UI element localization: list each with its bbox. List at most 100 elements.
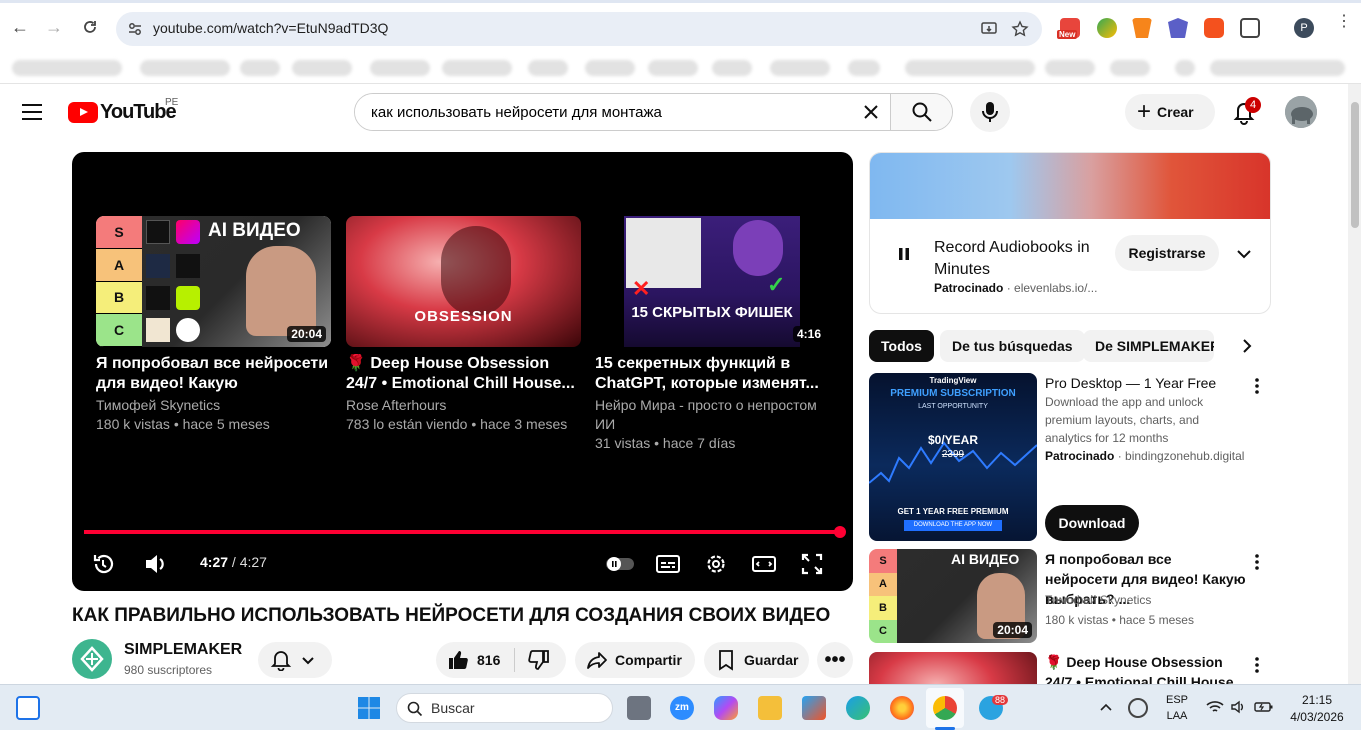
store-icon[interactable] bbox=[802, 696, 826, 720]
browser-menu-icon[interactable]: ⋮ bbox=[1336, 14, 1352, 30]
bookmark-item[interactable] bbox=[292, 60, 352, 76]
search-button[interactable] bbox=[890, 94, 952, 130]
subtitles-icon[interactable] bbox=[654, 550, 682, 578]
settings-gear-icon[interactable] bbox=[702, 550, 730, 578]
volume-icon[interactable] bbox=[142, 550, 170, 578]
metamask-icon[interactable] bbox=[1132, 18, 1152, 38]
recommendation-title[interactable]: 🌹 Deep House Obsession 24/7 • Emotional … bbox=[1045, 652, 1247, 684]
endcard-channel[interactable]: Тимофей Skynetics bbox=[96, 396, 331, 415]
endcard-channel[interactable]: Rose Afterhours bbox=[346, 396, 581, 415]
battery-icon[interactable] bbox=[1254, 699, 1274, 715]
scrollbar-thumb[interactable] bbox=[1351, 102, 1359, 228]
search-input[interactable] bbox=[355, 94, 890, 130]
fullscreen-icon[interactable] bbox=[798, 550, 826, 578]
site-info-icon[interactable] bbox=[126, 20, 144, 38]
windows-start-icon[interactable] bbox=[357, 696, 381, 720]
chip-all[interactable]: Todos bbox=[869, 330, 934, 362]
channel-name[interactable]: SIMPLEMAKER bbox=[124, 641, 242, 659]
more-vertical-icon[interactable] bbox=[1254, 553, 1260, 571]
profile-icon[interactable]: P bbox=[1294, 18, 1314, 38]
theater-mode-icon[interactable] bbox=[750, 550, 778, 578]
chevron-down-icon[interactable] bbox=[1234, 244, 1254, 264]
like-icon[interactable] bbox=[446, 648, 470, 672]
progress-bar[interactable] bbox=[84, 530, 840, 534]
chevron-right-icon[interactable] bbox=[1237, 336, 1257, 356]
register-button[interactable]: Registrarse bbox=[1115, 235, 1219, 271]
bookmark-item[interactable] bbox=[240, 60, 280, 76]
more-actions-button[interactable]: ••• bbox=[817, 642, 853, 678]
bookmark-item[interactable] bbox=[585, 60, 635, 76]
shield-extension-icon[interactable] bbox=[1168, 18, 1188, 38]
zoom-app-icon[interactable]: zm bbox=[670, 696, 694, 720]
download-button[interactable]: Download bbox=[1045, 505, 1139, 541]
share-button[interactable]: Compartir bbox=[575, 642, 695, 678]
file-explorer-icon[interactable] bbox=[758, 696, 782, 720]
more-vertical-icon[interactable] bbox=[1254, 656, 1260, 674]
bookmark-item[interactable] bbox=[648, 60, 698, 76]
install-app-icon[interactable] bbox=[980, 20, 998, 38]
volume-icon[interactable] bbox=[1230, 699, 1246, 715]
progress-scrubber[interactable] bbox=[834, 526, 846, 538]
forward-icon[interactable]: → bbox=[42, 15, 66, 39]
video-recommendation[interactable]: S A B C AI ВИДЕО 20:04 Я попробовал все … bbox=[869, 549, 1269, 644]
video-recommendation[interactable]: 🌹 Deep House Obsession 24/7 • Emotional … bbox=[869, 652, 1269, 684]
taskbar-time[interactable]: 21:15 bbox=[1282, 693, 1352, 707]
language-layout[interactable]: LAA bbox=[1164, 710, 1190, 722]
video-player[interactable]: S A B C AI ВИДЕО 20:04 Я попробовал все … bbox=[72, 152, 853, 591]
widgets-icon[interactable] bbox=[16, 696, 40, 720]
bookmark-item[interactable] bbox=[1045, 60, 1095, 76]
recommendation-title[interactable]: Pro Desktop — 1 Year Free bbox=[1045, 373, 1247, 393]
bookmark-item[interactable] bbox=[1110, 60, 1150, 76]
sponsored-recommendation[interactable]: TradingView PREMIUM SUBSCRIPTION LAST OP… bbox=[869, 373, 1269, 543]
endcard-video[interactable]: ✕ ✓ 15 СКРЫТЫХ ФИШЕК 4:16 15 секретных ф… bbox=[595, 216, 830, 453]
edge-icon[interactable] bbox=[846, 696, 870, 720]
menu-icon[interactable] bbox=[22, 104, 42, 120]
back-icon[interactable]: ← bbox=[8, 15, 32, 39]
dislike-icon[interactable] bbox=[527, 648, 551, 672]
bookmark-item[interactable] bbox=[848, 60, 880, 76]
sync-icon[interactable] bbox=[1128, 698, 1148, 718]
ad-title[interactable]: Record Audiobooks in Minutes bbox=[934, 237, 1109, 281]
bookmark-item[interactable] bbox=[905, 60, 1035, 76]
bookmark-item[interactable] bbox=[712, 60, 752, 76]
autoplay-toggle-icon[interactable] bbox=[602, 550, 638, 578]
avatar[interactable] bbox=[1285, 96, 1317, 128]
bookmark-item[interactable] bbox=[442, 60, 512, 76]
channel-avatar[interactable] bbox=[72, 639, 112, 679]
chevron-up-icon[interactable] bbox=[1099, 701, 1113, 715]
taskbar-search[interactable]: Buscar bbox=[396, 693, 613, 723]
firefox-icon[interactable] bbox=[890, 696, 914, 720]
bookmark-star-icon[interactable] bbox=[1011, 20, 1029, 38]
bookmark-item[interactable] bbox=[12, 60, 122, 76]
voice-search-button[interactable] bbox=[970, 92, 1010, 132]
sponsored-ad-card[interactable]: Record Audiobooks in Minutes Patrocinado… bbox=[869, 152, 1271, 314]
save-button[interactable]: Guardar bbox=[704, 642, 809, 678]
more-vertical-icon[interactable] bbox=[1254, 377, 1260, 395]
bookmark-item[interactable] bbox=[1175, 60, 1195, 76]
replay-icon[interactable] bbox=[90, 550, 118, 578]
reload-icon[interactable] bbox=[78, 15, 102, 39]
chip-from-channel[interactable]: De SIMPLEMAKER bbox=[1083, 330, 1214, 362]
subscription-bell-button[interactable] bbox=[258, 642, 332, 678]
pause-icon[interactable] bbox=[896, 245, 912, 263]
clear-search-icon[interactable] bbox=[860, 101, 882, 123]
endcard-channel[interactable]: Нейро Мира - просто о непростом ИИ bbox=[595, 396, 830, 434]
create-button[interactable]: + Crear bbox=[1125, 94, 1215, 130]
task-view-icon[interactable] bbox=[627, 696, 651, 720]
endcard-title[interactable]: 15 секретных функций в ChatGPT, которые … bbox=[595, 354, 830, 394]
endcard-title[interactable]: Я попробовал все нейросети для видео! Ка… bbox=[96, 354, 331, 394]
bookmark-item[interactable] bbox=[370, 60, 430, 76]
chrome-icon[interactable] bbox=[933, 696, 957, 720]
endcard-video[interactable]: OBSESSION 🌹 Deep House Obsession 24/7 • … bbox=[346, 216, 581, 434]
extensions-puzzle-icon[interactable] bbox=[1240, 18, 1260, 38]
wifi-icon[interactable] bbox=[1206, 699, 1224, 715]
bookmark-item[interactable] bbox=[528, 60, 568, 76]
recommendation-channel[interactable]: Тимофей Skynetics bbox=[1045, 591, 1247, 609]
endcard-title[interactable]: 🌹 Deep House Obsession 24/7 • Emotional … bbox=[346, 354, 581, 394]
address-bar[interactable]: youtube.com/watch?v=EtuN9adTD3Q bbox=[116, 12, 1042, 46]
youtube-logo[interactable]: YouTube PE bbox=[68, 97, 178, 123]
endcard-video[interactable]: S A B C AI ВИДЕО 20:04 Я попробовал все … bbox=[96, 216, 331, 434]
copilot-icon[interactable] bbox=[714, 696, 738, 720]
bookmark-item[interactable] bbox=[1210, 60, 1345, 76]
taskbar-date[interactable]: 4/03/2026 bbox=[1282, 710, 1352, 724]
